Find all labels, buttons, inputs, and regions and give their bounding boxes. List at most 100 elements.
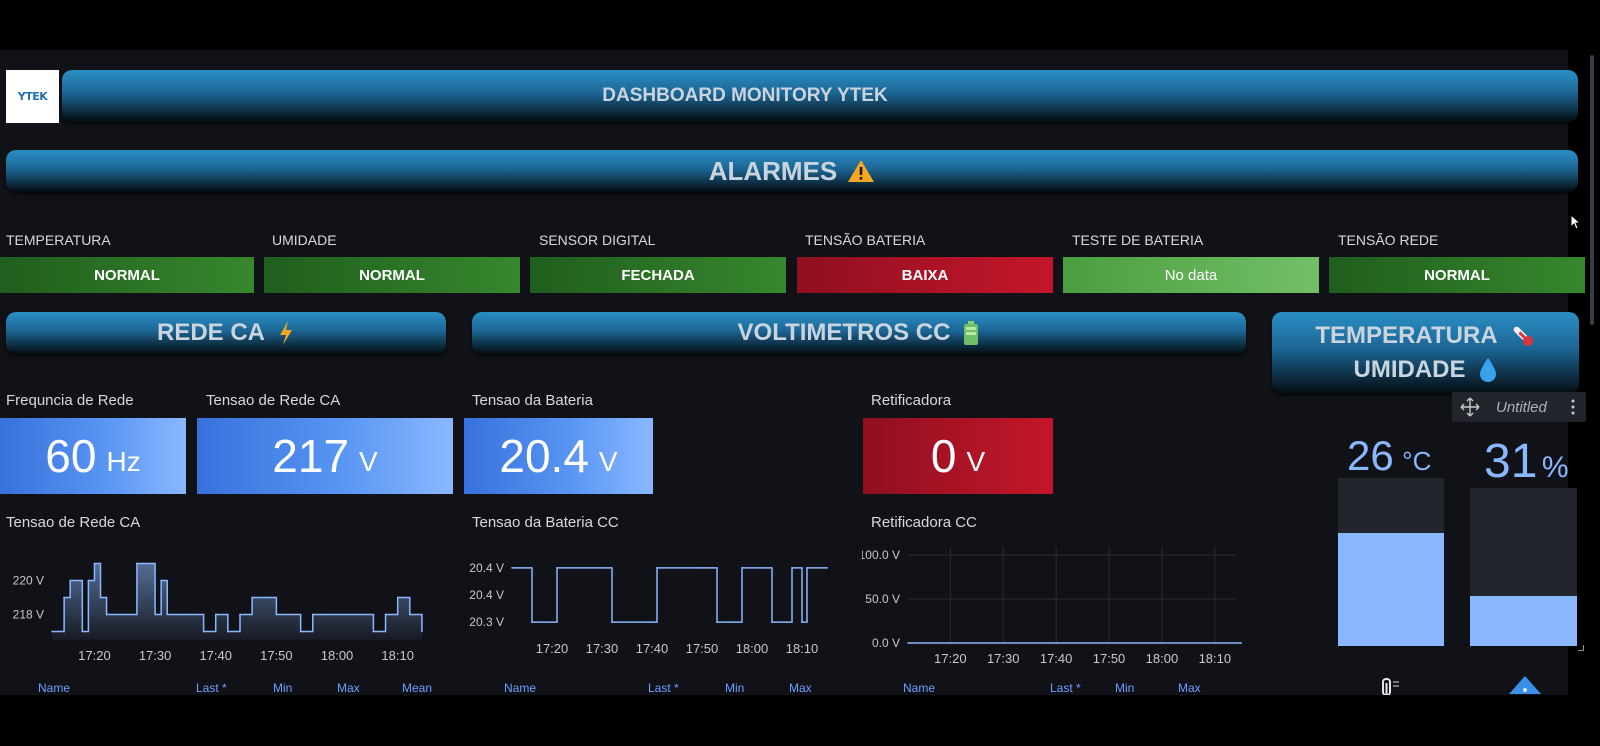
data-point: [202, 630, 205, 633]
y-tick-label: 50.0 V: [865, 592, 900, 606]
alarm-status-temperatura: NORMAL: [0, 257, 254, 293]
data-point: [826, 567, 828, 569]
humidity-value: 31: [1484, 435, 1538, 488]
x-tick-label: 18:00: [321, 648, 354, 663]
data-point: [696, 567, 698, 569]
alarm-status-tensao-bateria: BAIXA: [797, 257, 1053, 293]
legend-retificadora-name[interactable]: Name: [903, 681, 935, 695]
legend-rede-last[interactable]: Last *: [196, 681, 227, 695]
stat-title-tensao-bateria: Tensao da Bateria: [472, 392, 593, 409]
legend-rede-min[interactable]: Min: [273, 681, 292, 695]
thermometer-small-icon: [1382, 678, 1399, 695]
x-tick-label: 17:40: [199, 648, 232, 663]
x-tick-label: 17:40: [636, 641, 669, 656]
legend-bateria-max[interactable]: Max: [789, 681, 812, 695]
data-point: [251, 596, 253, 599]
x-tick-label: 17:30: [987, 651, 1020, 666]
temperature-gauge-bar: [1338, 533, 1444, 646]
humidity-unit: %: [1541, 451, 1569, 484]
data-point: [63, 596, 65, 599]
humidity-gauge-bar: [1470, 596, 1577, 646]
legend-rede-name[interactable]: Name: [38, 681, 70, 695]
x-tick-label: 17:50: [686, 641, 719, 656]
stat-tensao-bateria-unit: V: [598, 446, 618, 477]
data-point: [421, 630, 423, 633]
data-point: [166, 613, 169, 616]
x-tick-label: 17:40: [1040, 651, 1073, 666]
legend-retificadora-max[interactable]: Max: [1178, 681, 1201, 695]
data-point: [87, 579, 90, 582]
scrollbar[interactable]: [1590, 55, 1594, 325]
data-point: [99, 596, 102, 599]
stat-tensao-bateria-value: 20.4: [499, 430, 589, 482]
temperatura-umidade-banner: TEMPERATURA UMIDADE: [1272, 312, 1579, 394]
data-point: [741, 567, 743, 569]
series-area: [52, 563, 422, 640]
data-point: [409, 613, 411, 616]
legend-rede-max[interactable]: Max: [337, 681, 360, 695]
alarm-label-temperatura: TEMPERATURA: [6, 232, 111, 248]
data-point: [214, 613, 217, 616]
humidity-gauge-value: 31 %: [1484, 434, 1569, 489]
data-point: [372, 630, 375, 633]
data-point: [227, 630, 229, 633]
lightning-icon: [280, 321, 292, 345]
alarm-label-teste-bateria: TESTE DE BATERIA: [1072, 232, 1204, 248]
y-tick-label: 20.4 V: [469, 561, 504, 575]
chart-rede: 17:20 17:30 17:40 17:50 18:00 18:10 220 V 218 V: [13, 562, 423, 663]
move-icon[interactable]: [1460, 397, 1480, 417]
x-tick-label: 18:10: [1199, 651, 1232, 666]
resize-handle-icon[interactable]: [1578, 645, 1584, 651]
data-point: [907, 642, 909, 644]
x-tick-label: 18:10: [381, 648, 414, 663]
legend-retificadora-last[interactable]: Last *: [1050, 681, 1081, 695]
x-tick-label: 17:50: [260, 648, 293, 663]
data-point: [551, 621, 553, 623]
battery-icon: [964, 321, 979, 345]
x-tick-label: 18:00: [736, 641, 769, 656]
temperatura-title: TEMPERATURA: [1315, 322, 1498, 349]
data-point: [142, 562, 144, 565]
data-point: [396, 596, 399, 599]
rede-ca-banner: REDE CA: [6, 312, 446, 354]
legend-retificadora-min[interactable]: Min: [1115, 681, 1134, 695]
legend-bateria-last[interactable]: Last *: [648, 681, 679, 695]
x-tick-label: 17:30: [139, 648, 172, 663]
more-options-icon[interactable]: [1570, 398, 1576, 416]
x-tick-label: 18:10: [786, 641, 819, 656]
data-point: [360, 613, 363, 616]
x-tick-label: 17:50: [1093, 651, 1126, 666]
legend-bateria-min[interactable]: Min: [725, 681, 744, 695]
data-point: [611, 621, 613, 623]
voltimetros-banner: VOLTIMETROS CC: [472, 312, 1246, 354]
data-point: [556, 567, 558, 569]
untitled-panel-header[interactable]: Untitled: [1452, 392, 1586, 422]
alarmes-title: ALARMES: [708, 155, 838, 186]
stat-title-tensao-rede: Tensao de Rede CA: [206, 392, 341, 409]
alarm-label-umidade: UMIDADE: [272, 232, 337, 248]
stat-title-retificadora: Retificadora: [871, 392, 952, 409]
stat-retificadora: 0 V: [863, 418, 1053, 494]
warning-icon: [848, 160, 875, 182]
chart-title-bateria: Tensao da Bateria CC: [472, 514, 619, 531]
x-tick-label: 17:20: [934, 651, 967, 666]
data-point: [526, 567, 528, 569]
data-point: [239, 613, 241, 616]
legend-rede-mean[interactable]: Mean: [402, 681, 432, 695]
data-point: [801, 621, 803, 623]
data-point: [324, 613, 326, 616]
logo-text: YTEK: [17, 90, 48, 103]
legend-bateria-name[interactable]: Name: [504, 681, 536, 695]
alarm-label-tensao-rede: TENSÃO REDE: [1338, 232, 1439, 248]
data-point: [299, 630, 302, 633]
y-tick-label: 218 V: [13, 608, 44, 622]
droplet-icon: [1479, 358, 1496, 382]
alarm-status-sensor-digital: FECHADA: [530, 257, 786, 293]
data-point: [51, 630, 53, 633]
alarm-status-tensao-rede: NORMAL: [1329, 257, 1585, 293]
alarm-status-umidade: NORMAL: [264, 257, 520, 293]
drop-small-icon: [1509, 676, 1541, 694]
data-point: [606, 567, 608, 569]
chart-retificadora: 17:20 17:30 17:40 17:50 18:00 18:10 100.0 V 50.…: [862, 547, 1242, 666]
y-tick-label: 20.3 V: [469, 615, 504, 629]
